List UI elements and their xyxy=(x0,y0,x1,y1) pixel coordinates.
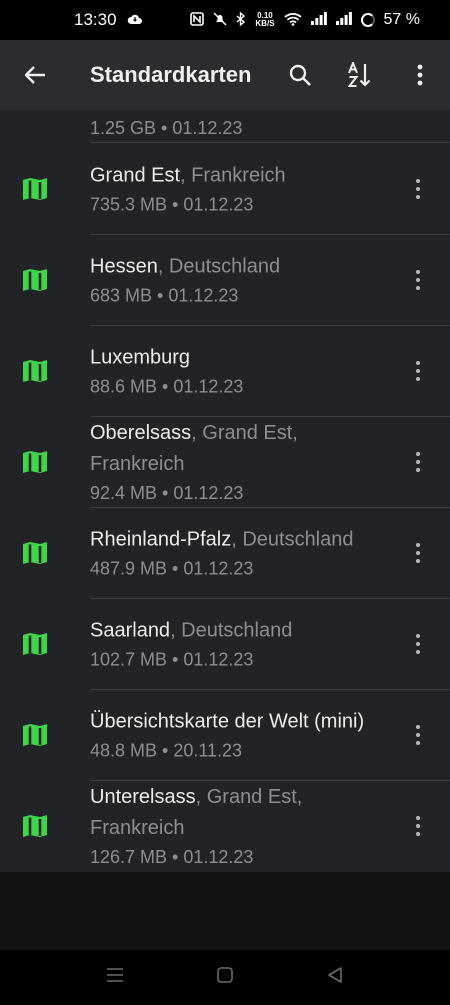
item-more-button[interactable] xyxy=(408,268,428,292)
app-bar: Standardkarten xyxy=(0,40,450,110)
item-more-button[interactable] xyxy=(408,723,428,747)
sort-button[interactable] xyxy=(330,40,390,110)
list-item[interactable]: Rheinland-Pfalz, Deutschland 487.9 MB • … xyxy=(0,507,450,598)
item-name: Unterelsass xyxy=(90,785,196,808)
status-icons: 0.10 KB/S 57 % xyxy=(190,10,420,29)
wifi-icon xyxy=(283,12,302,29)
status-bar: 13:30 0.10 KB/S 57 % xyxy=(0,0,450,40)
map-icon xyxy=(23,723,47,746)
more-vertical-icon xyxy=(417,64,423,86)
item-name: Grand Est xyxy=(90,164,181,186)
map-icon xyxy=(23,177,47,200)
menu-icon xyxy=(107,968,123,982)
list-item[interactable]: Luxemburg 88.6 MB • 01.12.23 xyxy=(0,325,450,416)
map-icon xyxy=(23,632,47,655)
item-more-button[interactable] xyxy=(408,359,428,383)
item-name: Hessen xyxy=(90,255,158,277)
item-meta: 683 MB • 01.12.23 xyxy=(90,285,239,305)
map-icon xyxy=(23,814,47,837)
list-item[interactable]: Übersichtskarte der Welt (mini) 48.8 MB … xyxy=(0,689,450,780)
item-meta: 735.3 MB • 01.12.23 xyxy=(90,194,254,214)
item-name: Saarland xyxy=(90,619,171,641)
system-nav-bar xyxy=(0,950,450,1005)
item-region: , Deutschland xyxy=(231,528,354,550)
item-more-button[interactable] xyxy=(408,541,428,565)
map-list[interactable]: 1.25 GB • 01.12.23 Grand Est, Frankreich… xyxy=(0,110,450,872)
list-item[interactable]: Unterelsass, Grand Est, Frankreich 126.7… xyxy=(0,780,450,871)
cloud-icon xyxy=(127,12,143,28)
item-name: Oberelsass xyxy=(90,421,192,444)
home-button[interactable] xyxy=(216,966,234,989)
status-time: 13:30 xyxy=(74,10,117,29)
nfc-icon xyxy=(190,11,205,29)
item-more-button[interactable] xyxy=(408,632,428,656)
item-meta: 487.9 MB • 01.12.23 xyxy=(90,558,254,578)
battery-icon xyxy=(360,13,375,27)
map-icon xyxy=(23,359,47,382)
item-more-button[interactable] xyxy=(408,814,428,838)
search-button[interactable] xyxy=(270,40,330,110)
network-speed-unit: KB/S xyxy=(255,19,275,28)
map-icon xyxy=(23,450,47,473)
signal-icon-2 xyxy=(335,12,352,28)
search-icon xyxy=(289,64,311,86)
sort-az-icon xyxy=(348,62,371,87)
item-meta: 92.4 MB • 01.12.23 xyxy=(90,482,244,503)
list-item[interactable]: Hessen, Deutschland 683 MB • 01.12.23 xyxy=(0,234,450,325)
bluetooth-icon xyxy=(236,10,246,29)
list-item-partial[interactable]: 1.25 GB • 01.12.23 xyxy=(0,110,450,143)
map-icon xyxy=(23,541,47,564)
network-speed: 0.10 KB/S xyxy=(255,12,274,28)
item-meta: 48.8 MB • 20.11.23 xyxy=(90,740,243,760)
item-more-button[interactable] xyxy=(408,450,428,474)
triangle-back-icon xyxy=(328,967,342,983)
empty-area xyxy=(0,872,450,950)
item-meta: 1.25 GB • 01.12.23 xyxy=(90,118,243,138)
item-meta: 88.6 MB • 01.12.23 xyxy=(90,376,244,396)
item-name: Übersichtskarte der Welt (mini) xyxy=(90,710,365,732)
item-meta: 102.7 MB • 01.12.23 xyxy=(90,649,254,669)
item-meta: 126.7 MB • 01.12.23 xyxy=(90,846,254,867)
square-icon xyxy=(217,967,233,983)
back-button[interactable] xyxy=(0,40,70,110)
item-name: Rheinland-Pfalz xyxy=(90,528,232,550)
mute-icon xyxy=(213,11,227,29)
signal-icon xyxy=(310,12,327,28)
recents-button[interactable] xyxy=(106,967,124,988)
item-name: Luxemburg xyxy=(90,346,191,368)
list-item[interactable]: Saarland, Deutschland 102.7 MB • 01.12.2… xyxy=(0,598,450,689)
back-nav-button[interactable] xyxy=(326,966,344,989)
item-region: , Deutschland xyxy=(170,619,293,641)
arrow-left-icon xyxy=(24,66,45,84)
battery-percent: 57 % xyxy=(383,11,420,28)
list-item[interactable]: Oberelsass, Grand Est, Frankreich 92.4 M… xyxy=(0,416,450,507)
page-title: Standardkarten xyxy=(90,62,252,87)
item-region: , Frankreich xyxy=(180,164,286,186)
more-options-button[interactable] xyxy=(390,40,450,110)
item-more-button[interactable] xyxy=(408,177,428,201)
map-icon xyxy=(23,268,47,291)
list-item[interactable]: Grand Est, Frankreich 735.3 MB • 01.12.2… xyxy=(0,143,450,234)
item-region: , Deutschland xyxy=(157,255,281,277)
